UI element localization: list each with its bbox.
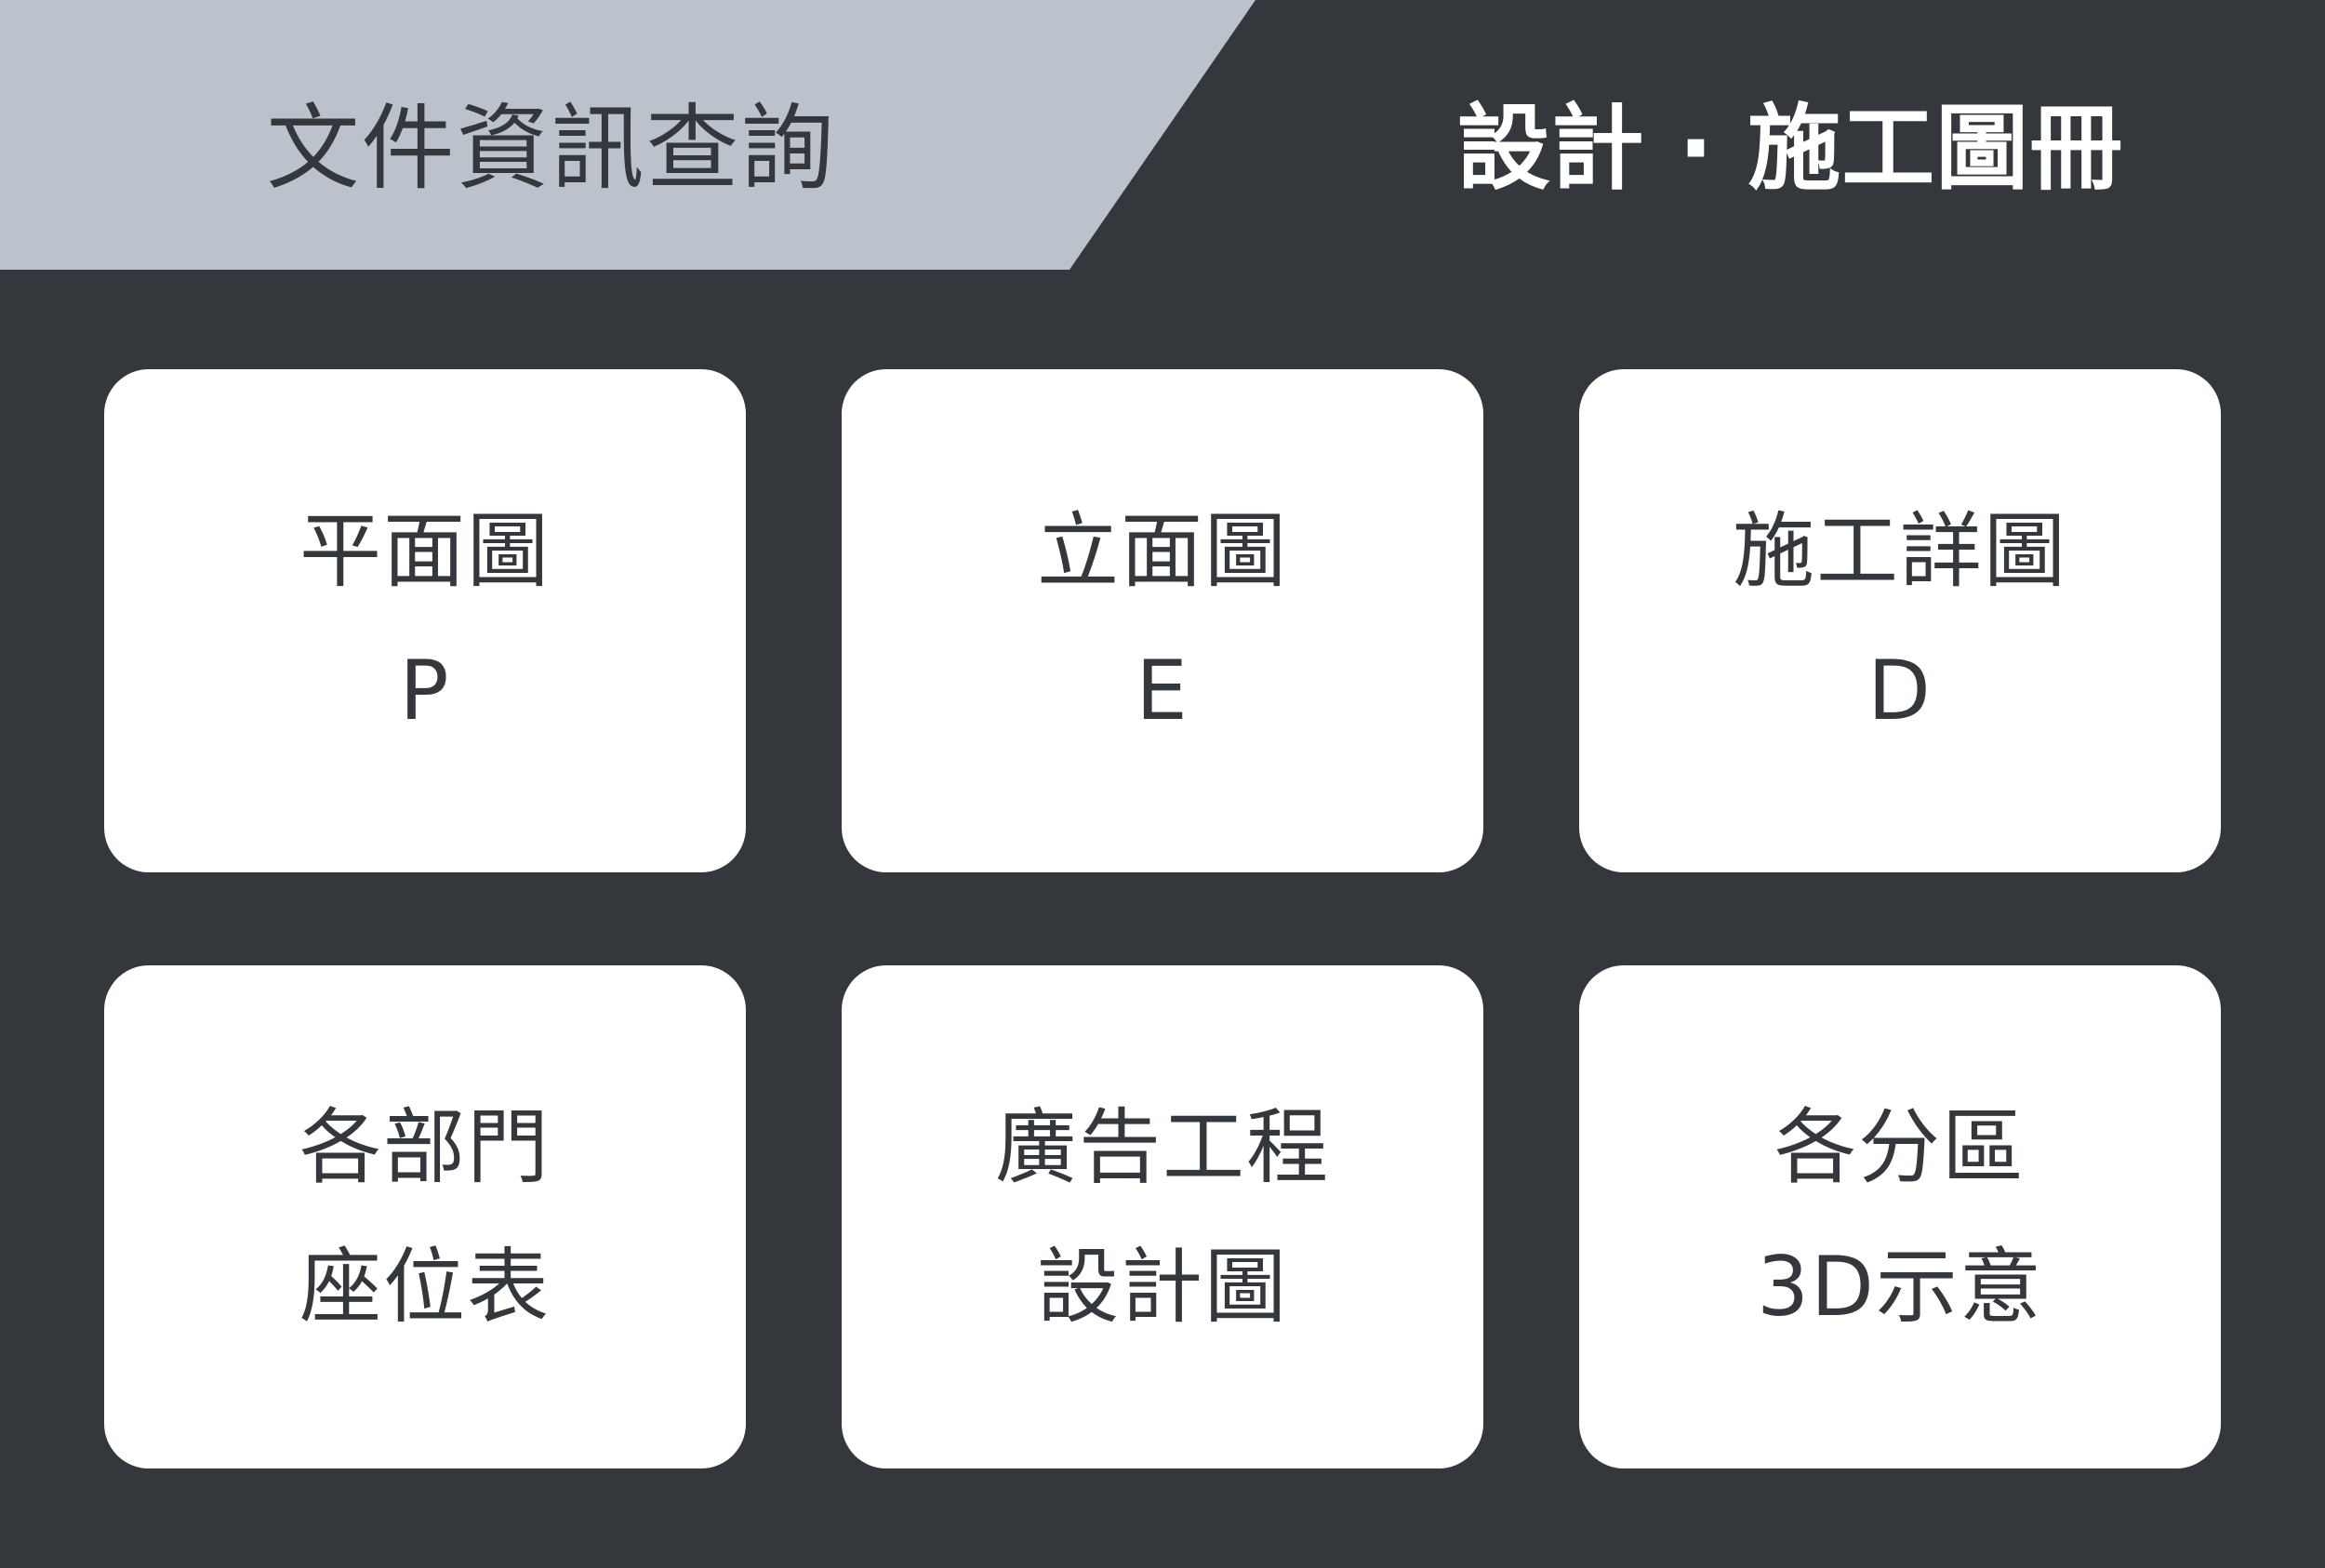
tile-title: 各分區	[1774, 1098, 2026, 1195]
tile-title: 廣告工程	[994, 1098, 1330, 1195]
tile-subtitle: E	[1136, 642, 1189, 738]
tile-subtitle: 3D示意	[1757, 1238, 2043, 1335]
tile-title: 平面圖	[299, 502, 551, 599]
tile-subtitle: P	[399, 642, 451, 738]
tile-subtitle: 設計圖	[1036, 1238, 1288, 1335]
tile-floor-plan[interactable]: 平面圖 P	[104, 369, 746, 872]
tile-zone-3d[interactable]: 各分區 3D示意	[1579, 965, 2221, 1468]
tile-construction-detail[interactable]: 施工詳圖 D	[1579, 369, 2221, 872]
tile-signage-design[interactable]: 廣告工程 設計圖	[842, 965, 1483, 1468]
tile-subtitle: 座位表	[299, 1238, 551, 1335]
tile-subtitle: D	[1867, 642, 1933, 738]
tile-title: 施工詳圖	[1732, 502, 2067, 599]
tile-title: 立面圖	[1036, 502, 1288, 599]
tile-seating-chart[interactable]: 各部門 座位表	[104, 965, 746, 1468]
header-right-title: 設計 · 施工圖冊	[1456, 93, 2124, 203]
tile-grid: 平面圖 P 立面圖 E 施工詳圖 D 各部門 座位表 廣告工程 設計圖 各分區 …	[104, 369, 2221, 1468]
tile-title: 各部門	[299, 1098, 551, 1195]
header-left-title: 文件資訊查詢	[266, 93, 836, 203]
tile-elevation[interactable]: 立面圖 E	[842, 369, 1483, 872]
